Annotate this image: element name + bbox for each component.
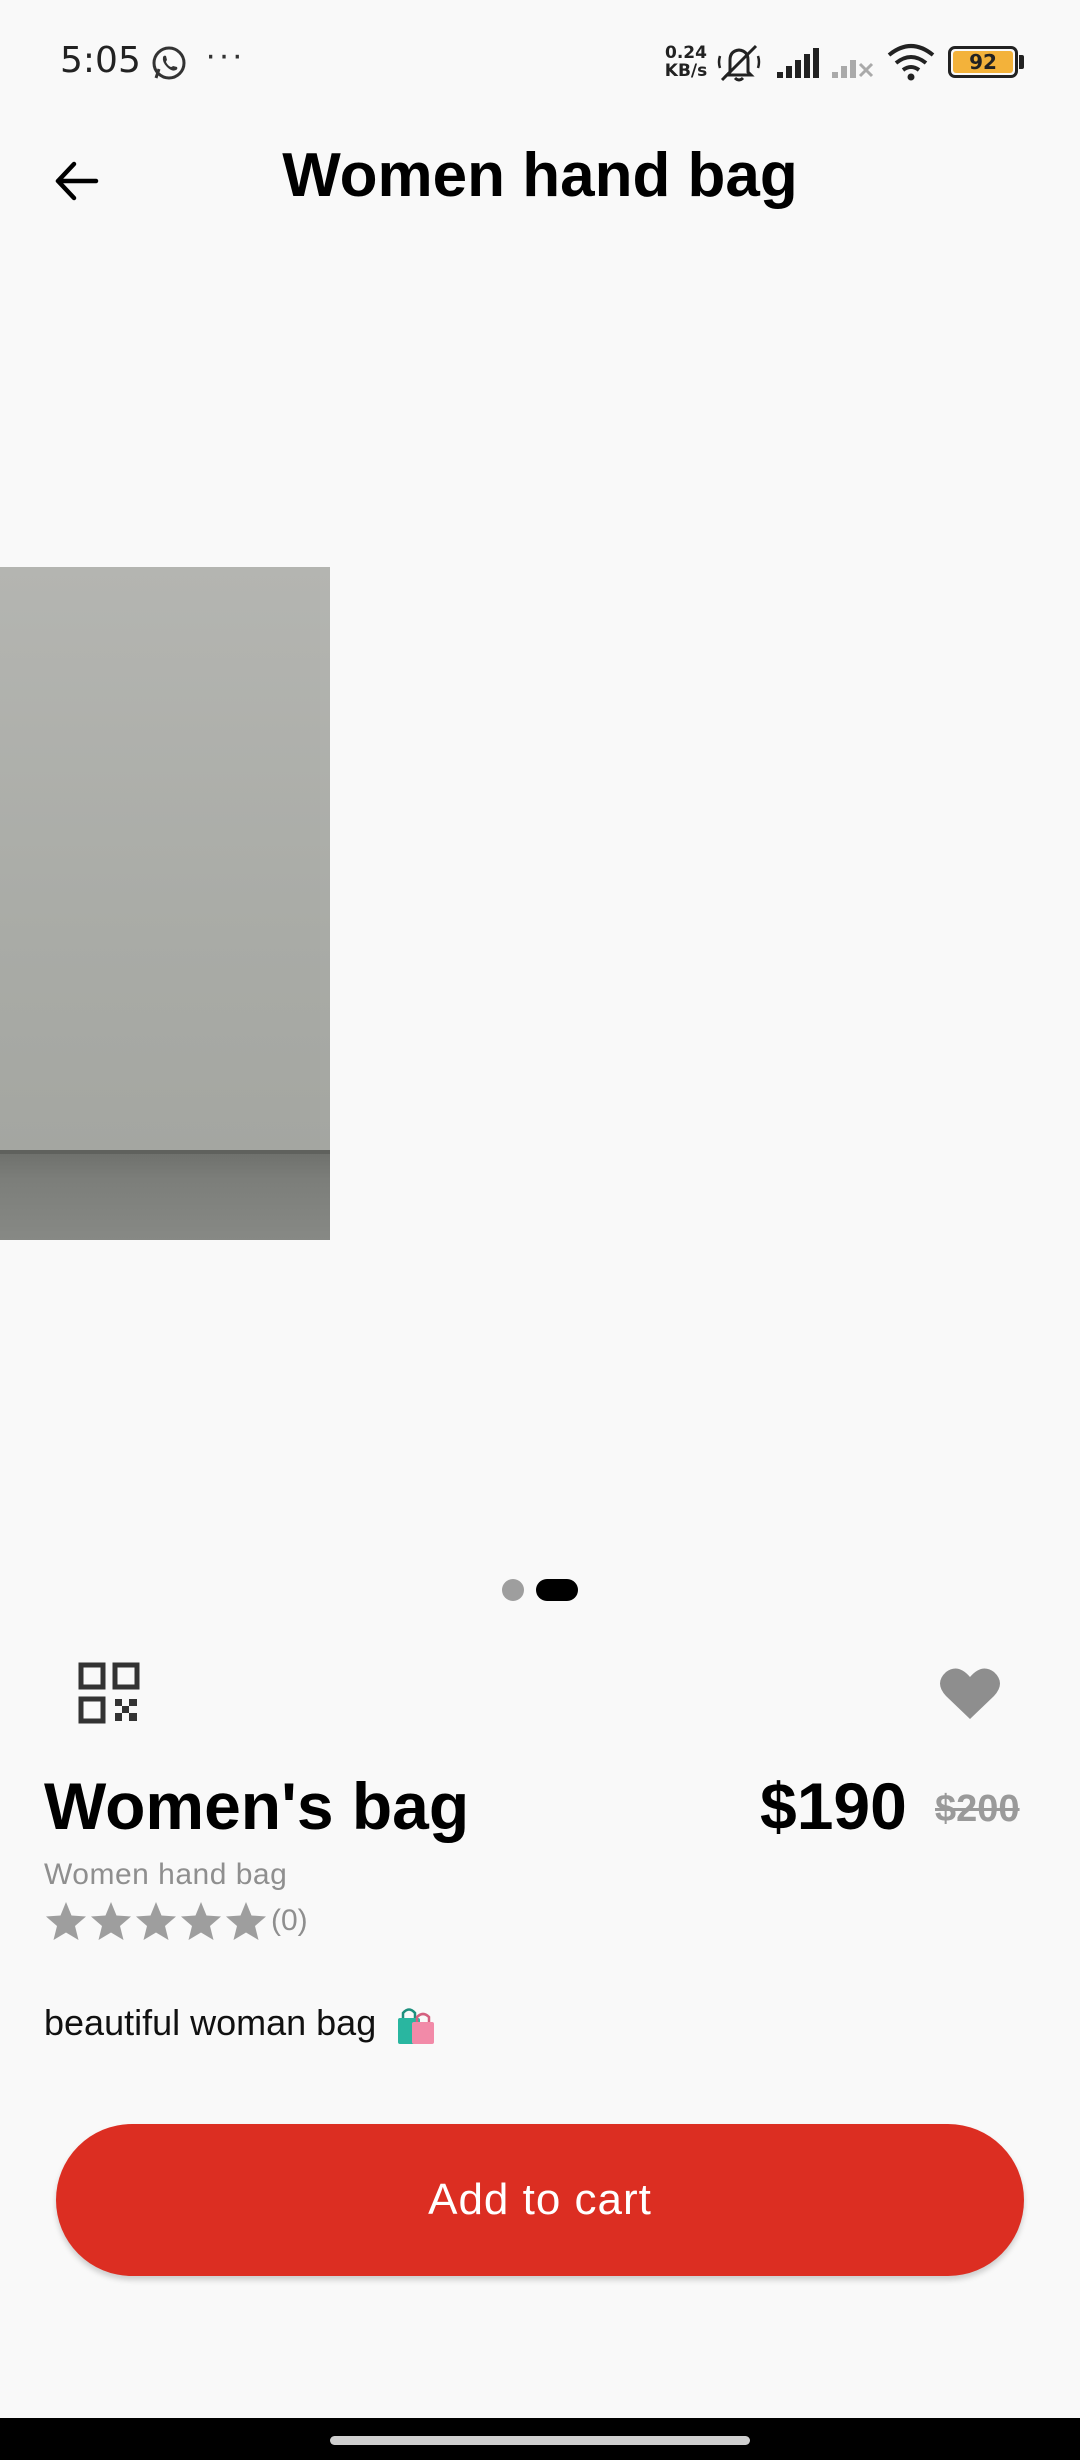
battery-icon: 92	[948, 46, 1018, 78]
battery-level: 92	[953, 51, 1013, 73]
product-detail-screen: 5:05 ··· 0.24 KB/s 92 Women hand bag Wom…	[0, 0, 1080, 2460]
product-image	[0, 567, 330, 1240]
carousel-dot-2-active[interactable]	[536, 1579, 578, 1601]
rating-count: (0)	[271, 1904, 308, 1937]
product-old-price: $200	[935, 1788, 1020, 1830]
star-icon	[181, 1902, 221, 1940]
page-title: Women hand bag	[282, 141, 798, 210]
mute-icon	[717, 44, 761, 82]
star-icon	[46, 1902, 86, 1940]
product-price: $190	[760, 1769, 907, 1843]
wifi-icon	[887, 44, 935, 81]
status-time: 5:05	[60, 40, 141, 81]
product-description: beautiful woman bag	[44, 2002, 438, 2046]
qr-code-icon[interactable]	[78, 1662, 140, 1724]
whatsapp-icon	[152, 46, 186, 80]
network-speed: 0.24 KB/s	[662, 44, 710, 80]
signal-icon	[832, 60, 874, 78]
home-indicator[interactable]	[330, 2436, 750, 2445]
status-bar: 5:05 ··· 0.24 KB/s 92	[0, 0, 1080, 130]
star-icon	[136, 1902, 176, 1940]
network-speed-value: 0.24	[665, 43, 707, 63]
star-icon	[91, 1902, 131, 1940]
heart-icon[interactable]	[938, 1665, 1002, 1721]
carousel-dot-1[interactable]	[502, 1579, 524, 1601]
shopping-bags-icon	[398, 2008, 435, 2045]
product-rating: (0)	[44, 1900, 308, 1942]
battery-tip	[1019, 55, 1024, 69]
star-icon	[226, 1902, 266, 1940]
add-to-cart-button[interactable]: Add to cart	[56, 2124, 1024, 2276]
network-speed-unit: KB/s	[664, 61, 708, 81]
description-text: beautiful woman bag	[44, 2002, 377, 2043]
product-category: Women hand bag	[44, 1858, 288, 1891]
product-name: Women's bag	[44, 1769, 470, 1843]
signal-icon	[777, 48, 819, 78]
more-notifications-icon: ···	[205, 36, 245, 74]
image-floor	[0, 1154, 330, 1240]
product-image-carousel[interactable]	[0, 250, 1080, 1550]
